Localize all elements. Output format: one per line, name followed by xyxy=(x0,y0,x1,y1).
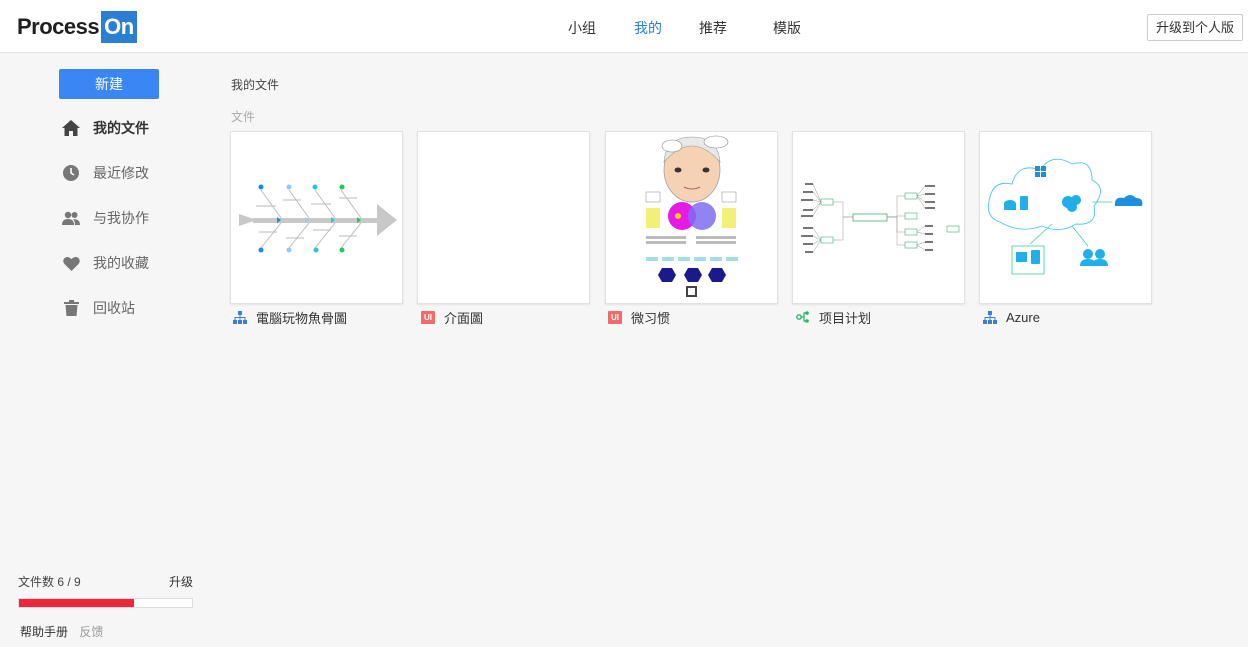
heart-icon xyxy=(60,253,82,273)
help-manual-link[interactable]: 帮助手册 xyxy=(20,625,68,639)
top-nav: 小组 我的 推荐 模版 xyxy=(0,0,1248,53)
file-card-habit[interactable] xyxy=(605,131,778,304)
file-label-interface[interactable]: UI 介面圖 xyxy=(421,308,483,326)
nav-templates[interactable]: 模版 xyxy=(773,18,801,38)
file-card-project-plan[interactable] xyxy=(792,131,965,304)
upgrade-personal-button[interactable]: 升级到个人版 xyxy=(1146,14,1243,41)
clock-icon xyxy=(60,163,82,183)
top-header: Process On 小组 我的 推荐 模版 升级到个人版 xyxy=(0,0,1248,53)
breadcrumb: 我的文件 xyxy=(231,78,280,92)
org-chart-icon xyxy=(233,310,247,324)
file-label-fishbone[interactable]: 電腦玩物魚骨圖 xyxy=(233,308,347,326)
sidebar-item-label: 与我协作 xyxy=(93,210,149,226)
sidebar-item-recent[interactable]: 最近修改 xyxy=(60,162,149,184)
sidebar-item-label: 我的收藏 xyxy=(93,255,149,271)
mindmap-thumbnail xyxy=(801,183,960,253)
feedback-link[interactable]: 反馈 xyxy=(79,625,103,639)
file-quota: 文件数 6 / 9 升级 xyxy=(18,573,193,608)
file-name: 微习惯 xyxy=(631,310,671,326)
sidebar-item-my-files[interactable]: 我的文件 xyxy=(60,117,149,139)
ui-badge-icon: UI xyxy=(608,310,622,324)
file-name: 介面圖 xyxy=(444,310,484,326)
file-label-habit[interactable]: UI 微习惯 xyxy=(608,308,670,326)
new-button[interactable]: 新建 xyxy=(59,69,159,99)
sidebar-item-label: 最近修改 xyxy=(93,165,149,181)
home-icon xyxy=(60,118,82,138)
sidebar-item-label: 回收站 xyxy=(93,300,135,316)
sidebar-item-trash[interactable]: 回收站 xyxy=(60,297,135,319)
nav-mine[interactable]: 我的 xyxy=(634,18,662,38)
quota-progress-fill xyxy=(19,599,135,607)
file-name: Azure xyxy=(1006,309,1040,325)
quota-label: 文件数 6 / 9 xyxy=(18,575,81,589)
sidebar-item-favorites[interactable]: 我的收藏 xyxy=(60,252,149,274)
file-card-fishbone[interactable] xyxy=(230,131,403,304)
file-name: 项目计划 xyxy=(819,310,872,326)
quota-progress-bar xyxy=(18,598,193,608)
file-card-azure[interactable] xyxy=(979,131,1152,304)
mindmap-icon xyxy=(796,310,810,324)
azure-thumbnail xyxy=(987,158,1143,275)
file-label-project-plan[interactable]: 项目计划 xyxy=(796,308,871,326)
footer-links: 帮助手册 反馈 xyxy=(20,623,111,640)
quota-upgrade-link[interactable]: 升级 xyxy=(169,573,193,590)
file-label-azure[interactable]: Azure xyxy=(983,308,1040,326)
section-title-files: 文件 xyxy=(231,110,256,124)
people-icon xyxy=(60,208,82,228)
ui-badge-icon: UI xyxy=(421,310,435,324)
sidebar-item-shared[interactable]: 与我协作 xyxy=(60,207,149,229)
habit-thumbnail xyxy=(645,135,738,297)
fishbone-thumbnail xyxy=(239,184,397,253)
trash-icon xyxy=(60,298,82,318)
file-name: 電腦玩物魚骨圖 xyxy=(256,310,348,326)
file-card-interface[interactable] xyxy=(417,131,590,304)
nav-groups[interactable]: 小组 xyxy=(568,18,596,38)
org-chart-icon xyxy=(983,310,997,324)
sidebar-item-label: 我的文件 xyxy=(93,120,149,136)
nav-recommended[interactable]: 推荐 xyxy=(699,18,727,38)
